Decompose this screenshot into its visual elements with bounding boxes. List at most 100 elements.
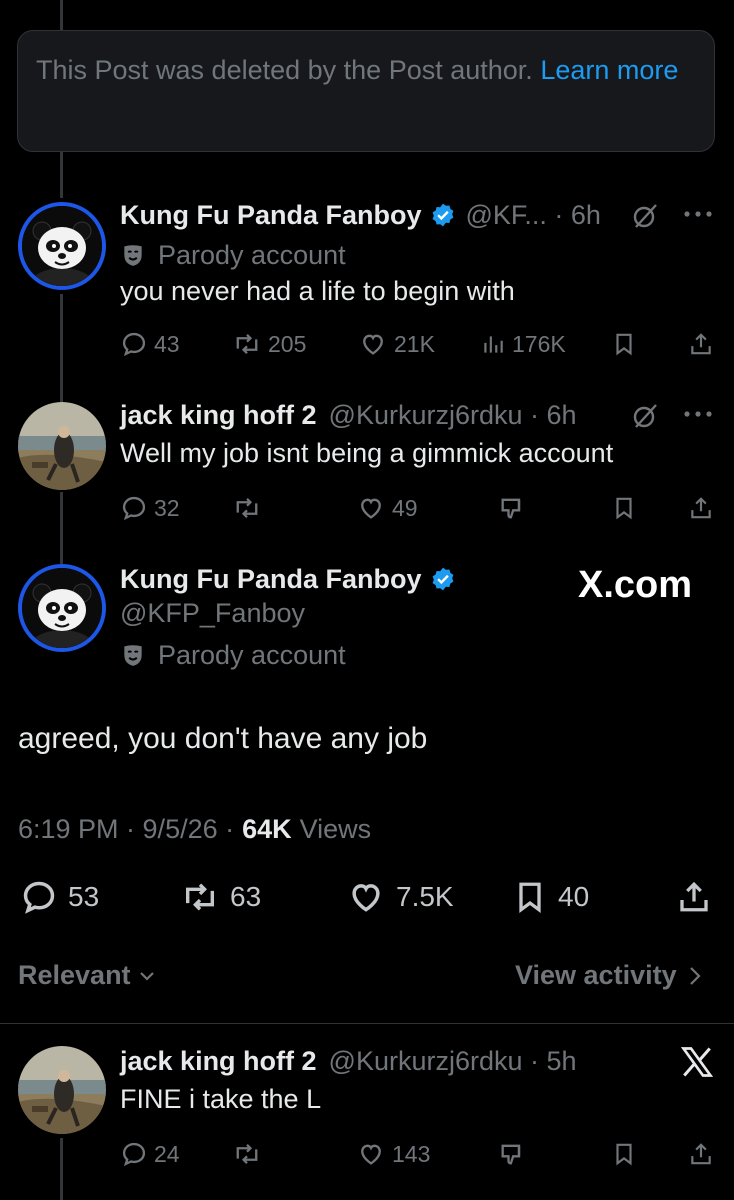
downvote-button[interactable] bbox=[498, 1140, 526, 1168]
deleted-notice-text: This Post was deleted by the Post author… bbox=[36, 55, 533, 85]
like-count: 7.5K bbox=[396, 881, 454, 912]
bookmark-button[interactable] bbox=[611, 494, 637, 522]
avatar[interactable] bbox=[18, 402, 106, 490]
view-activity-label: View activity bbox=[515, 960, 677, 990]
reply-button[interactable]: 53 bbox=[20, 878, 99, 916]
like-button[interactable]: 143 bbox=[356, 1140, 430, 1168]
share-button[interactable] bbox=[688, 330, 714, 358]
post-header: jack king hoff 2 @Kurkurzj6rdku · 6h bbox=[120, 398, 577, 432]
handle[interactable]: @KFP_Fanboy bbox=[120, 598, 305, 629]
repost-icon bbox=[186, 883, 214, 911]
heart-icon bbox=[361, 498, 381, 519]
like-button[interactable]: 21K bbox=[358, 330, 435, 358]
post-text: Well my job isnt being a gimmick account bbox=[120, 438, 614, 468]
share-button[interactable] bbox=[688, 1140, 714, 1168]
parody-label: Parody account bbox=[120, 238, 346, 272]
display-name[interactable]: Kung Fu Panda Fanboy bbox=[120, 564, 422, 595]
post-text: you never had a life to begin with bbox=[120, 276, 515, 306]
avatar[interactable] bbox=[18, 564, 106, 652]
downvote-button[interactable] bbox=[498, 494, 526, 522]
share-icon bbox=[680, 881, 708, 912]
post-header: Kung Fu Panda Fanboy bbox=[120, 562, 466, 596]
repost-button[interactable] bbox=[232, 494, 262, 522]
verified-badge-icon bbox=[432, 567, 453, 591]
bookmark-button[interactable] bbox=[611, 330, 637, 358]
bookmark-button[interactable] bbox=[611, 1140, 637, 1168]
post-header: jack king hoff 2 @Kurkurzj6rdku · 5h bbox=[120, 1044, 577, 1078]
display-name[interactable]: jack king hoff 2 bbox=[120, 1046, 317, 1077]
like-button[interactable]: 7.5K bbox=[346, 878, 454, 916]
share-icon bbox=[691, 497, 711, 519]
heart-icon bbox=[363, 334, 383, 355]
downvote-icon bbox=[501, 1144, 521, 1165]
repost-icon bbox=[236, 1143, 258, 1165]
post-timestamp: 6:19 PM · 9/5/26 · bbox=[18, 814, 235, 844]
share-button[interactable] bbox=[676, 878, 712, 916]
like-button[interactable]: 49 bbox=[356, 494, 418, 522]
repost-icon bbox=[236, 497, 258, 519]
bookmark-icon bbox=[519, 882, 541, 914]
divider bbox=[0, 1023, 734, 1024]
share-icon bbox=[691, 1143, 711, 1165]
painting-avatar-icon bbox=[18, 402, 106, 490]
views-label: Views bbox=[299, 814, 372, 844]
repost-button[interactable]: 63 bbox=[180, 878, 261, 916]
parody-label-text: Parody account bbox=[158, 239, 346, 270]
avatar[interactable] bbox=[18, 1046, 106, 1134]
x-logo-icon bbox=[680, 1047, 714, 1077]
thread-line-b bbox=[60, 294, 63, 402]
thread-line-d bbox=[60, 1138, 63, 1200]
bookmark-icon bbox=[616, 1143, 632, 1166]
panda-avatar-icon bbox=[22, 568, 102, 648]
bookmark-icon bbox=[616, 333, 632, 356]
handle-time: @Kurkurzj6rdku · 6h bbox=[328, 399, 577, 430]
reply-button[interactable]: 32 bbox=[120, 494, 180, 522]
like-count: 143 bbox=[392, 1140, 431, 1167]
chevron-down-icon bbox=[139, 971, 154, 981]
handle-time: @Kurkurzj6rdku · 5h bbox=[328, 1045, 577, 1076]
repost-icon bbox=[236, 333, 258, 355]
views-icon bbox=[484, 336, 503, 353]
more-options-icon[interactable] bbox=[682, 408, 714, 420]
share-button[interactable] bbox=[688, 494, 714, 522]
parody-label-text: Parody account bbox=[158, 639, 346, 670]
post-header: Kung Fu Panda Fanboy @KF... · 6h bbox=[120, 198, 601, 232]
reply-icon bbox=[122, 496, 146, 521]
mask-icon bbox=[124, 245, 142, 266]
post-text: FINE i take the L bbox=[120, 1084, 322, 1114]
heart-icon bbox=[361, 1144, 381, 1165]
grok-icon[interactable] bbox=[630, 401, 660, 431]
repost-count: 205 bbox=[268, 330, 307, 357]
reply-button[interactable]: 43 bbox=[120, 330, 180, 358]
view-activity-link[interactable]: View activity bbox=[515, 960, 703, 991]
learn-more-link[interactable]: Learn more bbox=[540, 55, 678, 85]
reply-count: 53 bbox=[68, 881, 100, 912]
reply-count: 24 bbox=[154, 1140, 180, 1167]
thread-line-c bbox=[60, 492, 63, 564]
mask-icon bbox=[124, 645, 142, 666]
reply-icon bbox=[122, 1142, 146, 1167]
handle-time: @KF... · 6h bbox=[465, 199, 601, 230]
downvote-icon bbox=[501, 498, 521, 519]
repost-button[interactable] bbox=[232, 1140, 262, 1168]
post-meta: 6:19 PM · 9/5/26 · 64K Views bbox=[18, 814, 371, 845]
sort-label: Relevant bbox=[18, 960, 131, 990]
repost-button[interactable]: 205 bbox=[232, 330, 306, 358]
more-options-icon[interactable] bbox=[682, 208, 714, 220]
verified-badge-icon bbox=[432, 203, 453, 227]
parody-label: Parody account bbox=[120, 638, 346, 672]
painting-avatar-icon bbox=[18, 1046, 106, 1134]
avatar[interactable] bbox=[18, 202, 106, 290]
like-count: 21K bbox=[394, 330, 435, 357]
bookmark-count: 40 bbox=[558, 881, 590, 912]
sort-dropdown[interactable]: Relevant bbox=[18, 960, 157, 991]
display-name[interactable]: Kung Fu Panda Fanboy bbox=[120, 200, 422, 231]
bookmark-button[interactable]: 40 bbox=[512, 878, 589, 916]
grok-icon[interactable] bbox=[630, 201, 660, 231]
views-button[interactable]: 176K bbox=[480, 330, 566, 358]
reply-button[interactable]: 24 bbox=[120, 1140, 180, 1168]
views-count[interactable]: 64K bbox=[242, 814, 292, 845]
display-name[interactable]: jack king hoff 2 bbox=[120, 400, 317, 431]
bookmark-icon bbox=[616, 497, 632, 520]
reply-count: 32 bbox=[154, 494, 180, 521]
